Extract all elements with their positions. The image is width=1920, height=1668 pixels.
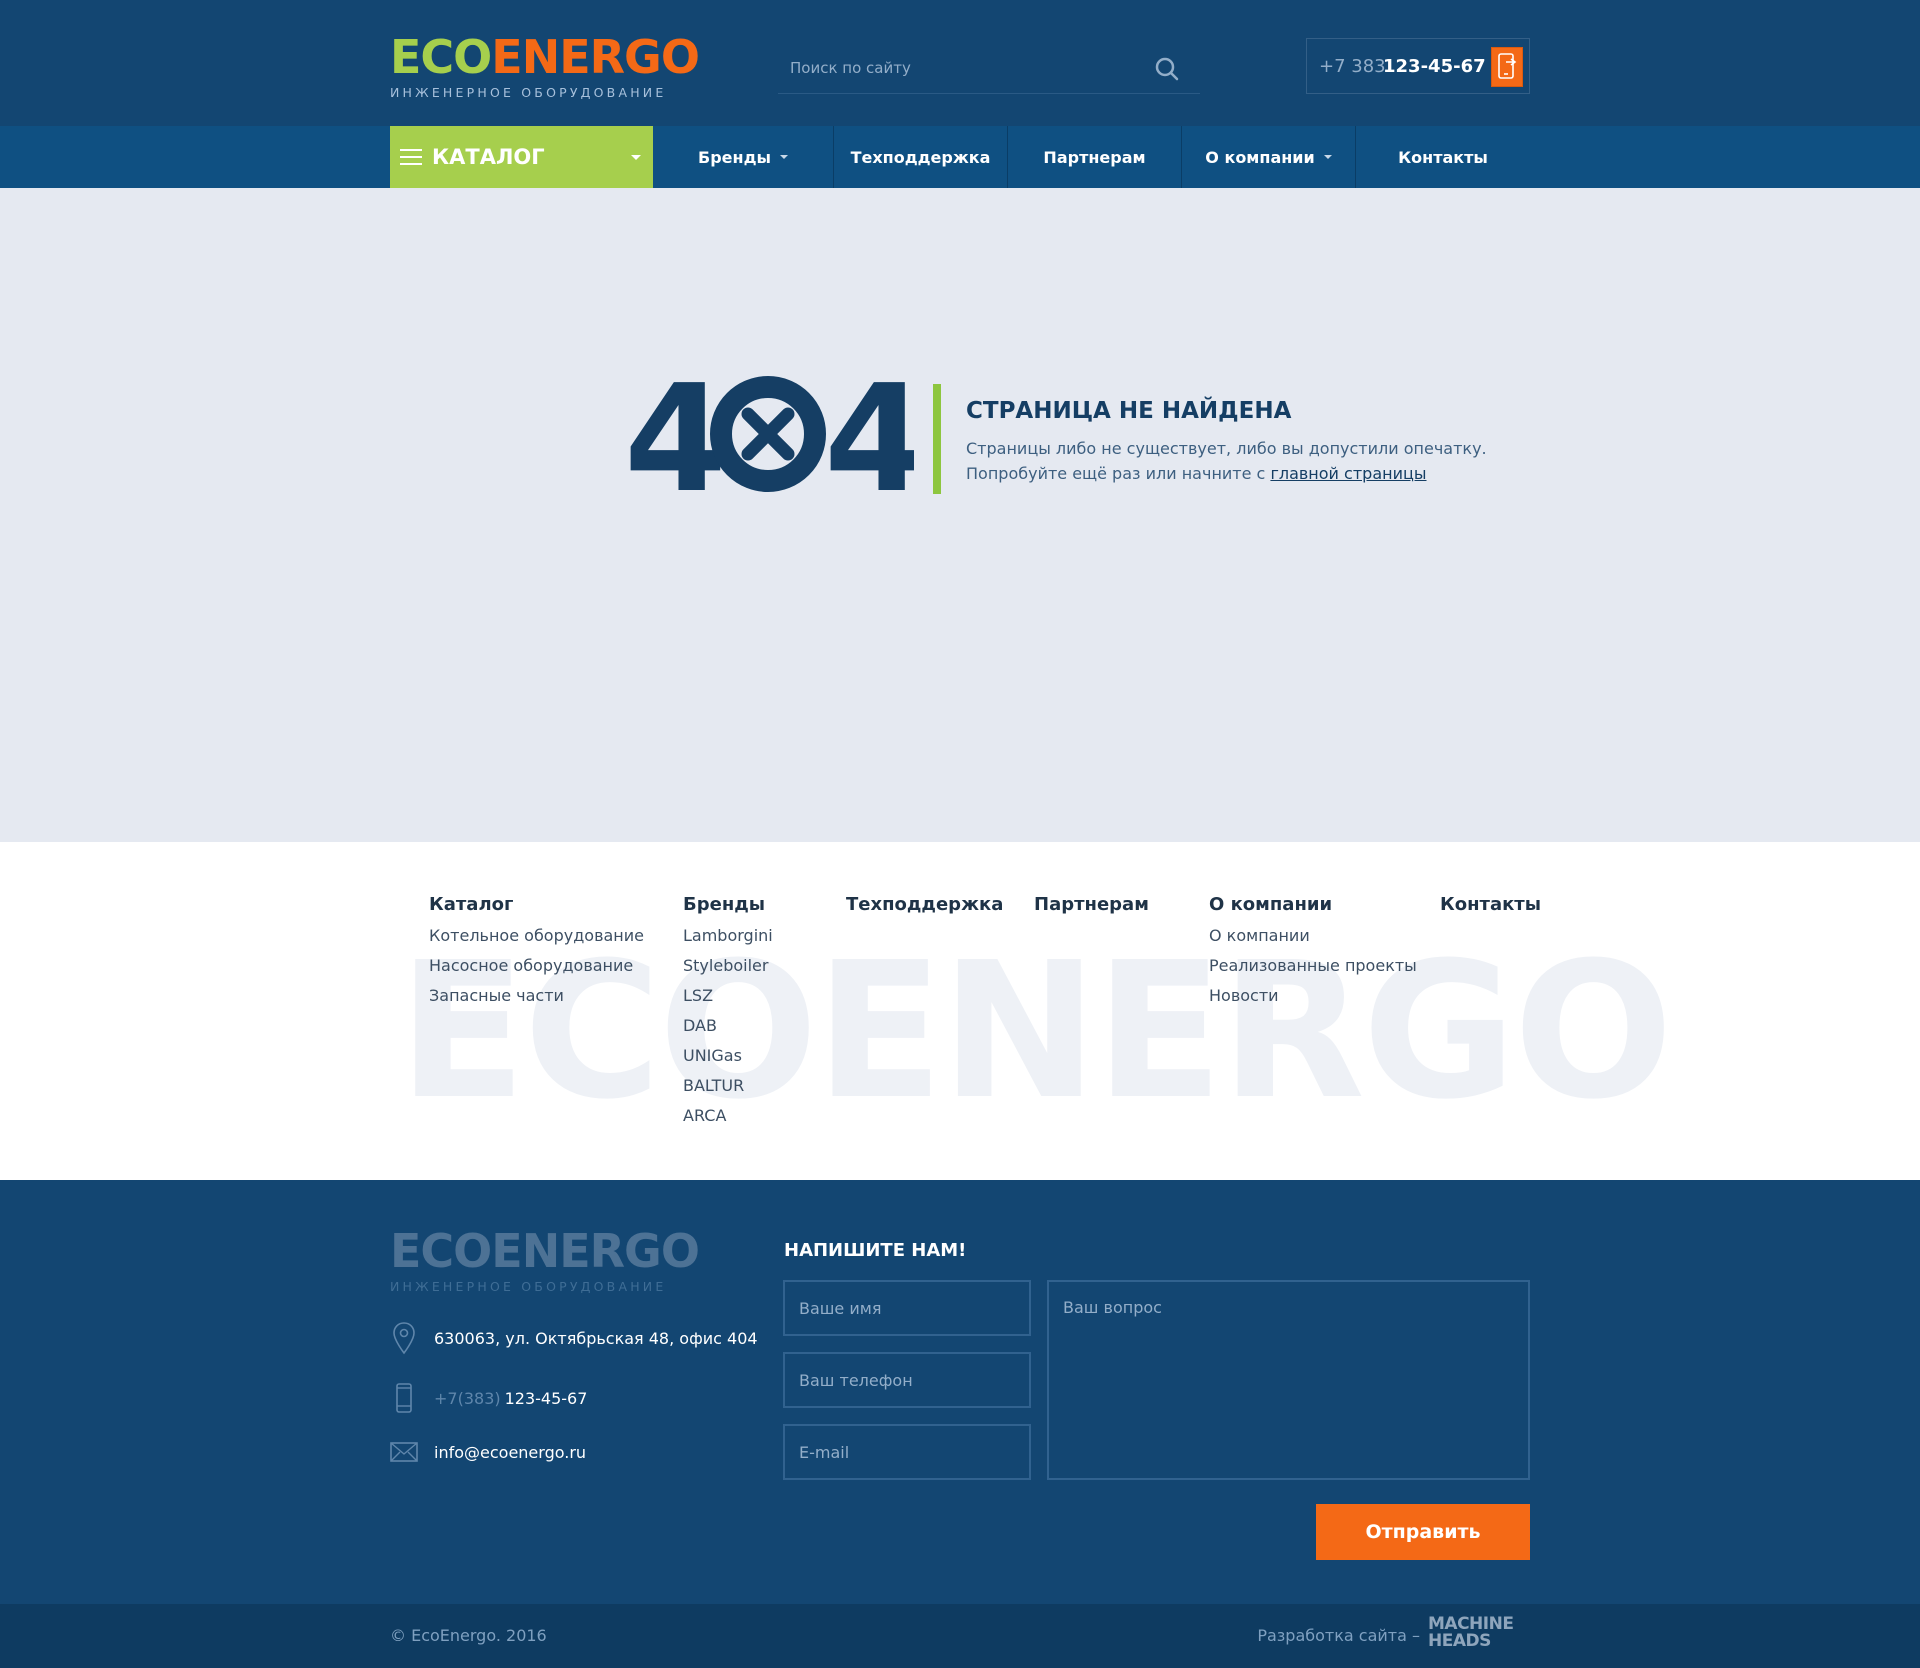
error-description: Страницы либо не существует, либо вы доп… bbox=[966, 436, 1487, 486]
footer-link[interactable]: Styleboiler bbox=[683, 951, 773, 981]
footer-link[interactable]: Реализованные проекты bbox=[1209, 951, 1417, 981]
footer-col-title[interactable]: О компании bbox=[1209, 894, 1417, 915]
footer-col-about: О компании О компании Реализованные прое… bbox=[1209, 894, 1417, 1011]
search-icon[interactable] bbox=[1154, 56, 1180, 82]
footer-col-catalog: Каталог Котельное оборудование Насосное … bbox=[429, 894, 644, 1011]
footer-col-brands: Бренды Lamborgini Styleboiler LSZ DAB UN… bbox=[683, 894, 773, 1131]
site-header: ECOENERGO ИНЖЕНЕРНОЕ ОБОРУДОВАНИЕ +7 383… bbox=[0, 0, 1920, 126]
developer-logo[interactable]: MACHINE HEADS bbox=[1428, 1616, 1530, 1650]
chevron-down-icon bbox=[779, 155, 788, 159]
close-icon bbox=[741, 407, 795, 461]
footer-link[interactable]: LSZ bbox=[683, 981, 773, 1011]
nav-label: О компании bbox=[1205, 147, 1315, 167]
footer-sitemap: ECOENERGO Каталог Котельное оборудование… bbox=[0, 842, 1920, 1180]
contact-form-title: НАПИШИТЕ НАМ! bbox=[784, 1240, 967, 1261]
footer-email[interactable]: info@ecoenergo.ru bbox=[390, 1434, 586, 1470]
logo-subtitle: ИНЖЕНЕРНОЕ ОБОРУДОВАНИЕ bbox=[390, 85, 667, 100]
footer-link[interactable]: BALTUR bbox=[683, 1071, 773, 1101]
footer-col-support: Техподдержка bbox=[846, 894, 1003, 921]
footer-col-title[interactable]: Техподдержка bbox=[846, 894, 1003, 915]
nav-item-partners[interactable]: Партнерам bbox=[1008, 126, 1182, 188]
submit-button[interactable]: Отправить bbox=[1316, 1504, 1530, 1560]
footer-phone[interactable]: +7(383) 123-45-67 bbox=[390, 1380, 587, 1416]
menu-icon bbox=[400, 149, 422, 165]
nav-item-about[interactable]: О компании bbox=[1182, 126, 1356, 188]
error-line-2: Попробуйте ещё раз или начните с главной… bbox=[966, 461, 1487, 486]
footer-link[interactable]: Котельное оборудование bbox=[429, 921, 644, 951]
logo-eco-text: ECO bbox=[390, 30, 492, 84]
footer-link[interactable]: Новости bbox=[1209, 981, 1417, 1011]
logo-energo-text: ENERGO bbox=[491, 1224, 700, 1278]
chevron-down-icon bbox=[1323, 155, 1332, 159]
footer-col-title[interactable]: Каталог bbox=[429, 894, 644, 915]
location-pin-icon bbox=[390, 1320, 418, 1356]
mobile-phone-icon bbox=[390, 1380, 418, 1416]
footer-link[interactable]: О компании bbox=[1209, 921, 1417, 951]
footer-link[interactable]: Запасные части bbox=[429, 981, 644, 1011]
phone-prefix: +7(383) bbox=[434, 1388, 501, 1408]
error-title: СТРАНИЦА НЕ НАЙДЕНА bbox=[966, 398, 1292, 424]
catalog-button[interactable]: КАТАЛОГ bbox=[390, 126, 653, 188]
error-line-2-text: Попробуйте ещё раз или начните с bbox=[966, 464, 1271, 483]
callback-phone-icon[interactable] bbox=[1491, 47, 1523, 87]
address-text: 630063, ул. Октябрьская 48, офис 404 bbox=[434, 1328, 758, 1348]
footer-col-contacts: Контакты bbox=[1440, 894, 1541, 921]
footer-col-partners: Партнерам bbox=[1034, 894, 1149, 921]
footer-contact: ECO ENERGO ИНЖЕНЕРНОЕ ОБОРУДОВАНИЕ 630063… bbox=[0, 1180, 1920, 1604]
nav-item-contacts[interactable]: Контакты bbox=[1356, 126, 1530, 188]
copyright: © EcoEnergo. 2016 bbox=[390, 1626, 547, 1645]
error-section: 4 4 СТРАНИЦА НЕ НАЙДЕНА Страницы либо не… bbox=[0, 188, 1920, 842]
header-phone[interactable]: +7 383 123-45-67 bbox=[1306, 38, 1530, 94]
footer-col-title[interactable]: Контакты bbox=[1440, 894, 1541, 915]
nav-label: Бренды bbox=[698, 147, 771, 167]
developer-logo-line-2: HEADS bbox=[1428, 1631, 1491, 1651]
home-page-link[interactable]: главной страницы bbox=[1270, 464, 1426, 483]
bottom-bar: © EcoEnergo. 2016 Разработка сайта – MAC… bbox=[0, 1604, 1920, 1668]
footer-logo[interactable]: ECO ENERGO ИНЖЕНЕРНОЕ ОБОРУДОВАНИЕ bbox=[390, 1224, 700, 1294]
footer-link[interactable]: UNIGas bbox=[683, 1041, 773, 1071]
search-box bbox=[778, 50, 1200, 94]
logo-energo-text: ENERGO bbox=[491, 30, 700, 84]
error-404-graphic: 4 4 bbox=[624, 376, 914, 496]
footer-col-title[interactable]: Бренды bbox=[683, 894, 773, 915]
footer-link[interactable]: Lamborgini bbox=[683, 921, 773, 951]
accent-divider bbox=[933, 384, 941, 494]
error-code-left: 4 bbox=[624, 376, 723, 496]
nav-label: Техподдержка bbox=[850, 147, 991, 167]
nav-label: Контакты bbox=[1398, 147, 1488, 167]
site-logo[interactable]: ECO ENERGO ИНЖЕНЕРНОЕ ОБОРУДОВАНИЕ bbox=[390, 30, 700, 100]
email-field[interactable] bbox=[783, 1424, 1031, 1480]
envelope-icon bbox=[390, 1434, 418, 1470]
error-code-right: 4 bbox=[824, 376, 914, 496]
email-text: info@ecoenergo.ru bbox=[434, 1442, 587, 1462]
footer-address: 630063, ул. Октябрьская 48, офис 404 bbox=[390, 1320, 758, 1356]
footer-col-title[interactable]: Партнерам bbox=[1034, 894, 1149, 915]
logo-subtitle: ИНЖЕНЕРНОЕ ОБОРУДОВАНИЕ bbox=[390, 1279, 667, 1294]
nav-label: Партнерам bbox=[1043, 147, 1146, 167]
question-field[interactable] bbox=[1047, 1280, 1530, 1480]
footer-link[interactable]: Насосное оборудование bbox=[429, 951, 644, 981]
phone-number: 123-45-67 bbox=[504, 1388, 588, 1408]
search-input[interactable] bbox=[778, 50, 1148, 86]
main-nav: КАТАЛОГ Бренды Техподдержка Партнерам О … bbox=[0, 126, 1920, 188]
footer-link[interactable]: ARCA bbox=[683, 1101, 773, 1131]
nav-item-brands[interactable]: Бренды bbox=[653, 126, 834, 188]
footer-link[interactable]: DAB bbox=[683, 1011, 773, 1041]
phone-code: +7 383 bbox=[1319, 56, 1386, 77]
name-field[interactable] bbox=[783, 1280, 1031, 1336]
nav-item-support[interactable]: Техподдержка bbox=[834, 126, 1008, 188]
phone-number: 123-45-67 bbox=[1383, 56, 1486, 77]
phone-field[interactable] bbox=[783, 1352, 1031, 1408]
developer-label: Разработка сайта – bbox=[1257, 1626, 1420, 1645]
chevron-down-icon bbox=[631, 155, 641, 160]
catalog-label: КАТАЛОГ bbox=[432, 145, 545, 169]
error-line-1: Страницы либо не существует, либо вы доп… bbox=[966, 439, 1487, 458]
logo-eco-text: ECO bbox=[390, 1224, 492, 1278]
